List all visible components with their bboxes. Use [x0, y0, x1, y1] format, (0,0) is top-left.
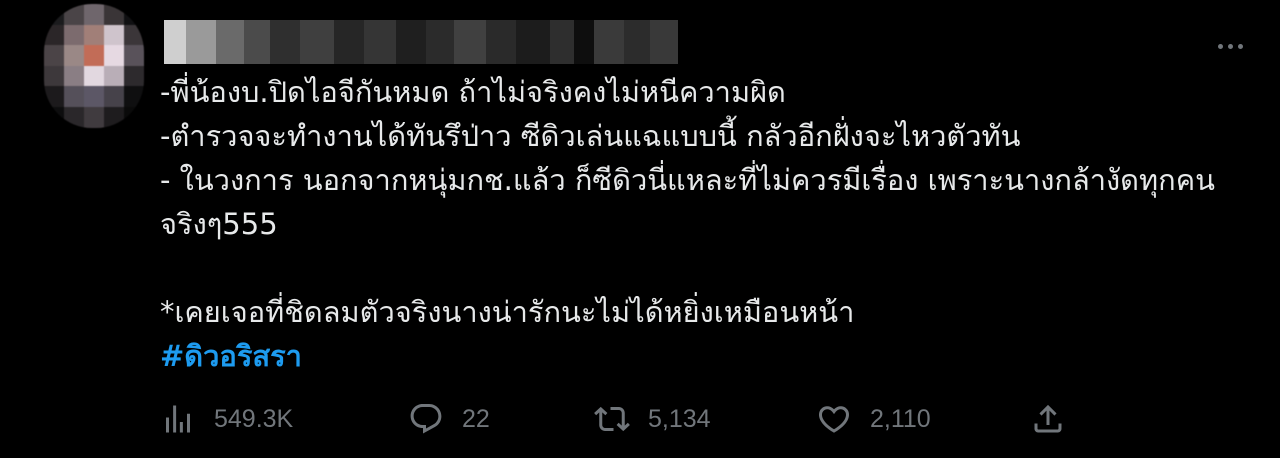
bar-chart-icon: [166, 405, 190, 433]
reply-button[interactable]: 22: [408, 396, 490, 442]
hashtag-link[interactable]: #ดิวอริสรา: [160, 339, 302, 373]
speech-bubble-icon: [410, 404, 442, 434]
tweet-line: -ตำรวจจะทำงานได้ทันรึป่าว ซีดิวเล่นแฉแบบ…: [160, 119, 1021, 153]
retweet-count: 5,134: [648, 404, 711, 433]
retweet-arrows-icon: [594, 406, 630, 432]
views-count: 549.3K: [214, 404, 294, 433]
tweet-line: *เคยเจอที่ชิดลมตัวจริงนางน่ารักนะไม่ได้ห…: [160, 295, 855, 329]
share-upload-icon: [1034, 404, 1062, 433]
tweet-line: - ในวงการ นอกจากหนุ่มกช.แล้ว ก็ซีดิวนี่แ…: [160, 163, 1215, 197]
heart-icon: [818, 406, 850, 433]
more-options-button[interactable]: [1208, 28, 1252, 64]
retweet-button[interactable]: 5,134: [594, 396, 711, 442]
tweet-text: -พี่น้องบ.ปิดไอจีกันหมด ถ้าไม่จริงคงไม่ห…: [160, 70, 1240, 378]
action-bar: 549.3K 22 5,134 2,110: [160, 396, 1080, 442]
avatar[interactable]: [44, 4, 144, 128]
username[interactable]: [164, 20, 678, 64]
like-button[interactable]: 2,110: [816, 396, 931, 442]
views-button[interactable]: 549.3K: [160, 396, 293, 442]
like-count: 2,110: [870, 404, 931, 433]
tweet-card: -พี่น้องบ.ปิดไอจีกันหมด ถ้าไม่จริงคงไม่ห…: [0, 0, 1280, 458]
tweet-line: -พี่น้องบ.ปิดไอจีกันหมด ถ้าไม่จริงคงไม่ห…: [160, 75, 786, 109]
reply-count: 22: [462, 404, 490, 433]
share-button[interactable]: [1030, 396, 1066, 442]
more-dots-icon: [1217, 43, 1243, 49]
tweet-line: จริงๆ555: [160, 207, 278, 241]
